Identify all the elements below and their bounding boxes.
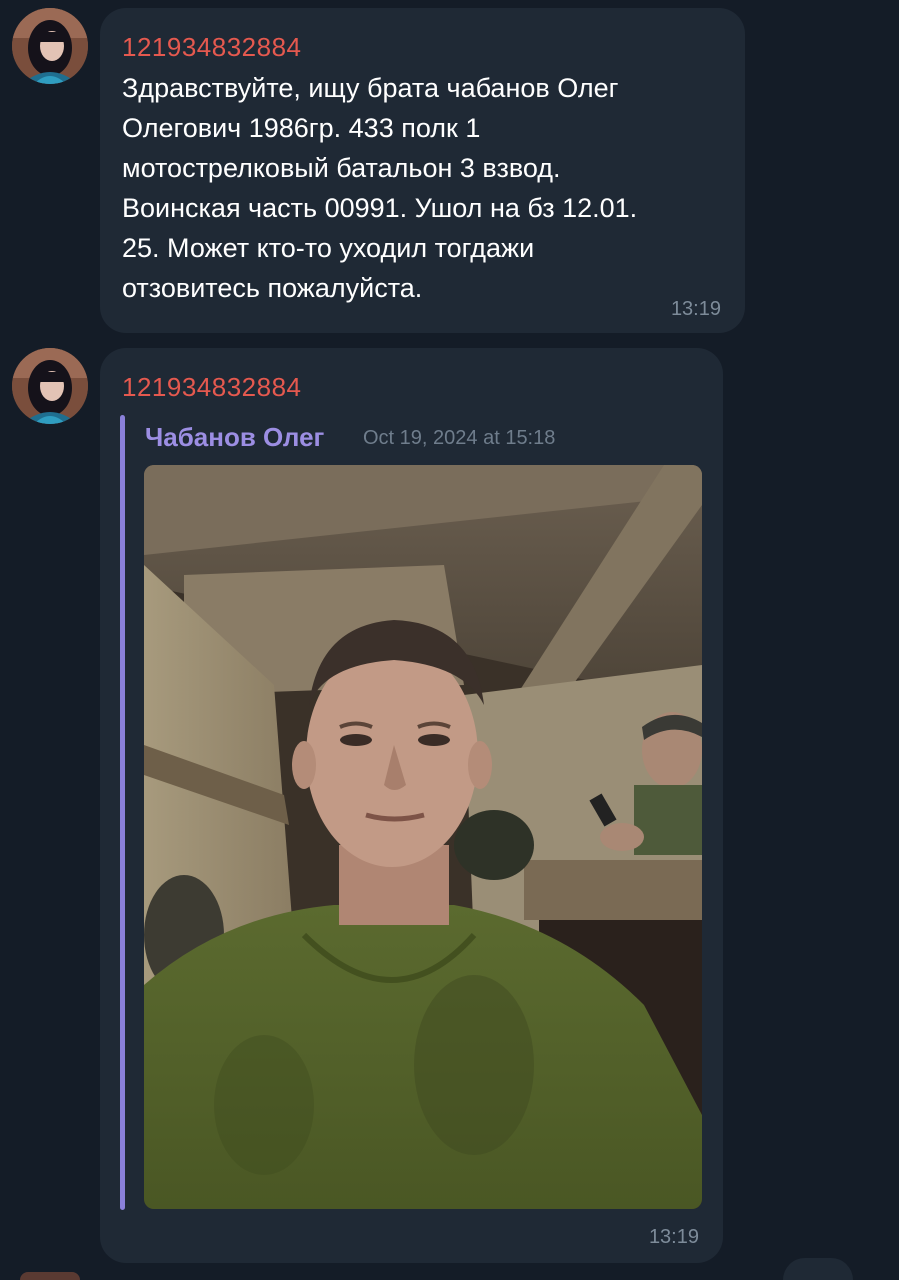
scroll-button-peek[interactable] (783, 1258, 853, 1280)
message-bubble[interactable]: 121934832884 Чабанов Олег Oct 19, 2024 a… (100, 348, 723, 1263)
forward-bar (120, 415, 125, 1210)
message-text: Здравствуйте, ищу брата чабанов Олег Оле… (122, 73, 638, 303)
avatar[interactable] (12, 8, 88, 84)
message-time: 13:19 (670, 298, 721, 320)
next-message-peek (20, 1272, 80, 1280)
forwarded-photo[interactable] (144, 465, 702, 1209)
forwarded-from-name[interactable]: Чабанов Олег (145, 422, 324, 453)
forwarded-date: Oct 19, 2024 at 15:18 (363, 427, 556, 449)
avatar[interactable] (12, 348, 88, 424)
sender-name[interactable]: 121934832884 (122, 32, 302, 63)
sender-name[interactable]: 121934832884 (122, 372, 302, 403)
message-time: 13:19 (648, 1226, 699, 1248)
message-bubble[interactable]: 121934832884 Здравствуйте, ищу брата чаб… (100, 8, 745, 333)
